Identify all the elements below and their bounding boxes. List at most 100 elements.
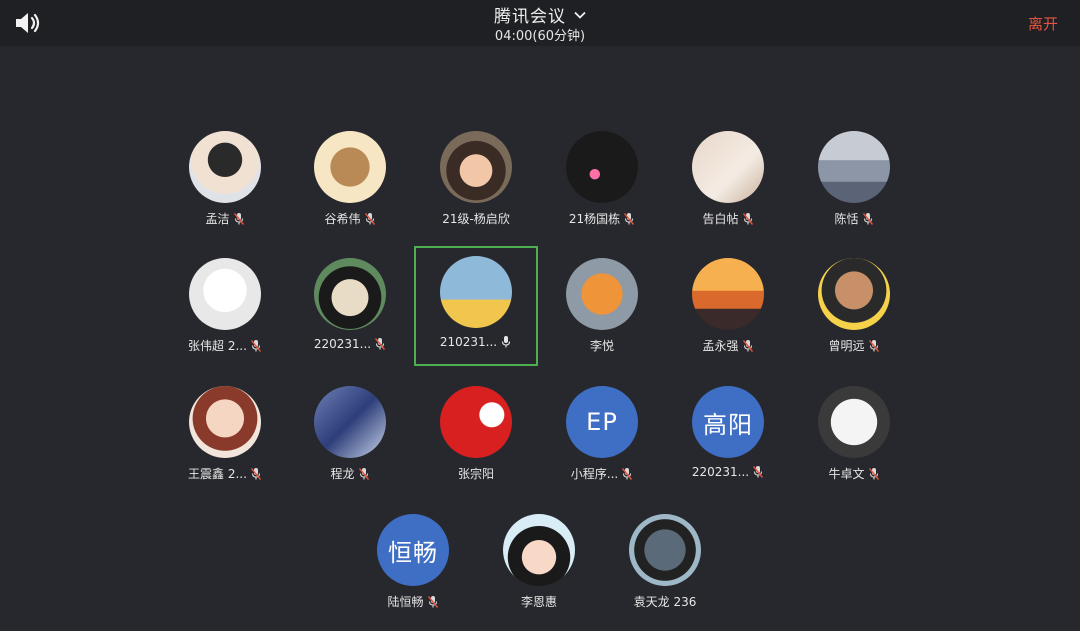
participant-name: 王震鑫 2... — [188, 467, 247, 481]
participant-tile[interactable]: 张伟超 2... — [163, 248, 287, 368]
participant-name-row: 张宗阳 — [458, 465, 494, 482]
participant-name: 孟永强 — [702, 339, 739, 353]
avatar: EP — [566, 386, 638, 458]
avatar — [189, 386, 261, 458]
participant-name-row: 告白帖 — [702, 210, 753, 227]
mic-muted-icon — [742, 212, 753, 225]
participant-tile[interactable]: 谷希伟 — [288, 121, 412, 241]
participant-name: 陈恬 — [834, 212, 859, 226]
participant-name-row: 程龙 — [330, 465, 369, 482]
avatar: 高阳 — [692, 386, 764, 458]
mic-muted-icon — [868, 339, 879, 352]
participant-name: 程龙 — [330, 467, 355, 481]
participant-tile[interactable]: 21杨国栋 — [540, 121, 664, 241]
avatar — [818, 258, 890, 330]
avatar: 恒畅 — [377, 514, 449, 586]
participant-name-row: 曾明远 — [828, 337, 879, 354]
participant-name-row: 陈恬 — [834, 210, 873, 227]
participant-name-row: 谷希伟 — [324, 210, 375, 227]
participant-tile[interactable]: EP 小程序... — [540, 376, 664, 496]
participant-name-row: 陆恒畅 — [387, 593, 438, 610]
participant-tile[interactable]: 高阳 220231... — [666, 376, 790, 496]
participant-name: 孟洁 — [205, 212, 230, 226]
participant-name-row: 210231... — [440, 335, 512, 349]
participant-name-row: 220231... — [692, 465, 764, 479]
participant-name-row: 袁天龙 236 — [634, 593, 697, 610]
mic-muted-icon — [375, 338, 386, 350]
participant-name: 曾明远 — [828, 339, 865, 353]
participant-name-row: 孟洁 — [205, 210, 244, 227]
participant-tile[interactable]: 程龙 — [288, 376, 412, 496]
avatar — [629, 514, 701, 586]
participant-name: 210231... — [439, 335, 498, 349]
participant-name-row: 220231... — [314, 337, 386, 351]
participant-name: 220231... — [691, 465, 750, 479]
participant-name: 小程序... — [570, 467, 619, 481]
participant-tile[interactable]: 210231... — [414, 246, 538, 366]
avatar — [692, 258, 764, 330]
participant-name-row: 小程序... — [571, 465, 633, 482]
participant-name-row: 王震鑫 2... — [188, 465, 262, 482]
participant-name: 张宗阳 — [457, 467, 494, 481]
mic-muted-icon — [427, 595, 438, 608]
participant-tile[interactable]: 陈恬 — [792, 121, 916, 241]
participant-name: 袁天龙 236 — [633, 595, 697, 609]
participant-name: 张伟超 2... — [188, 339, 247, 353]
avatar — [314, 386, 386, 458]
participant-name: 谷希伟 — [324, 212, 361, 226]
participant-tile[interactable]: 21级-杨启欣 — [414, 121, 538, 241]
mic-muted-icon — [742, 339, 753, 352]
mic-icon — [502, 336, 511, 348]
participant-tile[interactable]: 牛卓文 — [792, 376, 916, 496]
participant-tile[interactable]: 袁天龙 236 — [603, 504, 727, 624]
participant-tile[interactable]: 李悦 — [540, 248, 664, 368]
avatar — [440, 131, 512, 203]
avatar — [566, 131, 638, 203]
avatar — [189, 131, 261, 203]
participant-name: 21杨国栋 — [568, 212, 621, 226]
participant-name: 陆恒畅 — [387, 595, 424, 609]
participant-name-row: 21杨国栋 — [569, 210, 635, 227]
mic-muted-icon — [862, 212, 873, 225]
mic-muted-icon — [868, 467, 879, 480]
mic-muted-icon — [624, 212, 635, 225]
participant-name: 牛卓文 — [828, 467, 865, 481]
avatar — [440, 256, 512, 328]
participant-name-row: 张伟超 2... — [188, 337, 262, 354]
participant-name: 21级-杨启欣 — [442, 212, 510, 226]
participant-name-row: 牛卓文 — [828, 465, 879, 482]
participant-tile[interactable]: 李恩惠 — [477, 504, 601, 624]
participant-tile[interactable]: 孟永强 — [666, 248, 790, 368]
participant-tile[interactable]: 王震鑫 2... — [163, 376, 287, 496]
mic-muted-icon — [250, 339, 261, 352]
mic-muted-icon — [364, 212, 375, 225]
avatar — [818, 386, 890, 458]
mic-muted-icon — [233, 212, 244, 225]
participant-name-row: 21级-杨启欣 — [442, 210, 510, 227]
avatar — [440, 386, 512, 458]
participant-tile[interactable]: 告白帖 — [666, 121, 790, 241]
participant-tile[interactable]: 曾明远 — [792, 248, 916, 368]
mic-muted-icon — [358, 467, 369, 480]
participant-name-row: 李悦 — [590, 337, 614, 354]
mic-muted-icon — [250, 467, 261, 480]
participant-name: 李悦 — [589, 339, 614, 353]
avatar — [314, 258, 386, 330]
participant-tile[interactable]: 张宗阳 — [414, 376, 538, 496]
participant-grid: 孟洁 谷希伟 21级-杨启欣 21杨国栋 告白帖 陈恬张伟超 2... 220231... 2… — [0, 0, 1080, 631]
participant-name-row: 李恩惠 — [521, 593, 557, 610]
mic-muted-icon — [753, 466, 764, 478]
participant-name: 告白帖 — [702, 212, 739, 226]
avatar — [503, 514, 575, 586]
avatar — [818, 131, 890, 203]
participant-name: 220231... — [313, 337, 372, 351]
avatar — [189, 258, 261, 330]
participant-tile[interactable]: 220231... — [288, 248, 412, 368]
participant-name: 李恩惠 — [520, 595, 557, 609]
avatar — [314, 131, 386, 203]
mic-muted-icon — [622, 467, 633, 480]
participant-name-row: 孟永强 — [702, 337, 753, 354]
avatar — [692, 131, 764, 203]
participant-tile[interactable]: 恒畅陆恒畅 — [351, 504, 475, 624]
participant-tile[interactable]: 孟洁 — [163, 121, 287, 241]
